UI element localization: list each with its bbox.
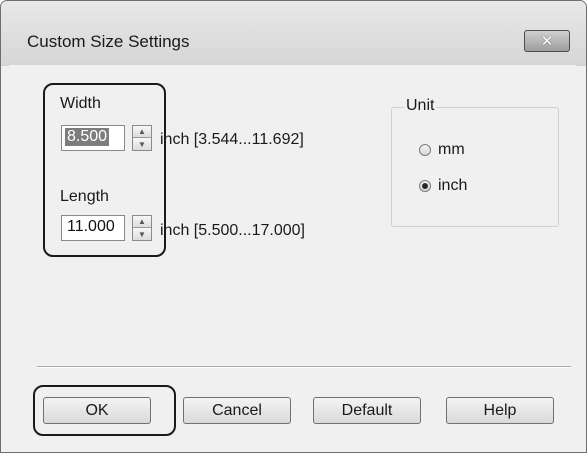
length-range: inch [5.500...17.000] — [160, 222, 305, 239]
separator — [37, 366, 571, 368]
radio-inch[interactable]: inch — [419, 177, 467, 195]
close-button[interactable]: ✕ — [524, 30, 570, 52]
ok-button-highlight — [33, 385, 176, 436]
cancel-button[interactable]: Cancel — [183, 397, 291, 424]
radio-mm-circle[interactable] — [419, 144, 431, 156]
fields-highlight — [43, 83, 166, 257]
dialog-body: Width 8.500 ▲ ▼ inch [3.544...11.692] Le… — [9, 65, 576, 443]
radio-inch-circle[interactable] — [419, 180, 431, 192]
width-range: inch [3.544...11.692] — [160, 131, 304, 148]
unit-group-title: Unit — [404, 97, 437, 115]
radio-inch-label: inch — [438, 177, 468, 194]
default-button[interactable]: Default — [313, 397, 421, 424]
unit-groupbox — [391, 107, 559, 227]
radio-mm[interactable]: mm — [419, 141, 465, 159]
title-bar[interactable]: Custom Size Settings ✕ — [1, 1, 586, 66]
help-button[interactable]: Help — [446, 397, 554, 424]
radio-mm-label: mm — [438, 141, 465, 158]
dialog-title: Custom Size Settings — [27, 32, 190, 51]
close-icon: ✕ — [540, 32, 554, 50]
